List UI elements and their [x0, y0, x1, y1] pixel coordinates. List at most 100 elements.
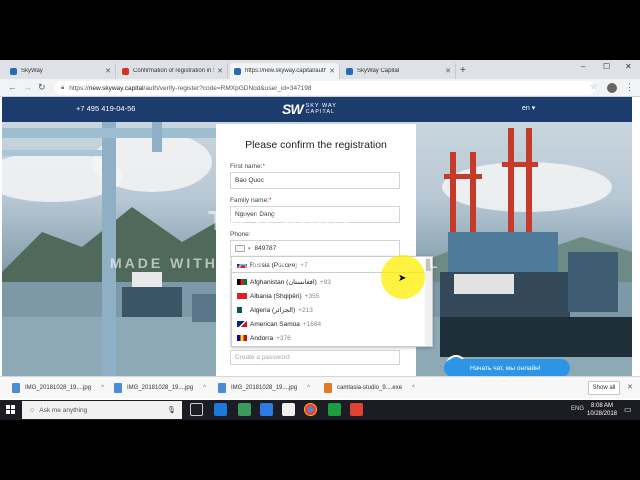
american-samoa-flag-icon: [237, 321, 247, 327]
close-tab-icon[interactable]: ✕: [329, 67, 335, 75]
close-download-bar-icon[interactable]: ✕: [627, 383, 633, 391]
screen: SkyWay ✕ Confirmation of registration in…: [0, 60, 640, 420]
download-item[interactable]: camtasia-studio_9....exe ^: [324, 381, 415, 395]
mail-icon[interactable]: [282, 403, 295, 416]
task-view-icon[interactable]: [190, 403, 203, 416]
microphone-icon[interactable]: 🎙︎: [167, 406, 176, 414]
close-tab-icon[interactable]: ✕: [445, 67, 451, 75]
download-item[interactable]: IMG_20181028_19....jpg ^: [218, 381, 310, 395]
system-clock[interactable]: 8:08 AM 10/28/2018: [584, 402, 620, 418]
url-scheme: https://: [69, 84, 89, 92]
close-tab-icon[interactable]: ✕: [217, 67, 223, 75]
windows-taskbar: ○ Ask me anything 🎙︎ ENG 8:08 AM 10/28/2…: [0, 400, 640, 420]
country-option-american-samoa[interactable]: American Samoa +1684: [232, 317, 424, 331]
windows-start-icon[interactable]: [6, 405, 16, 415]
chevron-up-icon[interactable]: ^: [307, 385, 310, 391]
tab-skyway[interactable]: SkyWay ✕: [6, 63, 116, 79]
language-selector[interactable]: en ▾: [522, 104, 535, 112]
skyway-logo[interactable]: SW SKY WAY CAPITAL: [282, 101, 337, 117]
reload-icon[interactable]: ↻: [38, 82, 46, 93]
tab-title: SkyWay: [21, 68, 43, 74]
extension-icon[interactable]: [607, 83, 617, 93]
address-bar[interactable]: 🔒︎ https:// new.skyway.capital /auth/ver…: [55, 81, 595, 95]
logo-mark: SW: [282, 101, 304, 117]
logo-text: SKY WAY CAPITAL: [306, 103, 337, 115]
country-name: Albania (Shqipëri): [250, 292, 302, 300]
search-placeholder: Ask me anything: [39, 406, 88, 414]
url-host: new.skyway.capital: [88, 84, 144, 92]
cortana-search-box[interactable]: ○ Ask me anything 🎙︎: [22, 401, 182, 419]
image-file-icon: [114, 383, 122, 393]
minimize-button[interactable]: –: [581, 62, 585, 71]
site-header: +7 495 419-04-56 SW SKY WAY CAPITAL en ▾: [2, 97, 632, 122]
country-name: Afghanistan (افغانستان): [250, 279, 317, 286]
first-name-label: First name:*: [230, 163, 265, 170]
download-filename: camtasia-studio_9....exe: [337, 385, 403, 391]
photos-app-icon[interactable]: [238, 403, 251, 416]
registration-confirm-modal: Please confirm the registration First na…: [216, 124, 433, 384]
clock-time: 8:08 AM: [590, 403, 613, 409]
first-name-input[interactable]: Bao Quoc: [230, 172, 400, 189]
forward-arrow-icon[interactable]: →: [23, 82, 32, 92]
country-code: +93: [319, 278, 331, 286]
download-bar: IMG_20181028_19....jpg ^ IMG_20181028_19…: [0, 376, 640, 398]
clock-date: 10/28/2018: [586, 411, 618, 417]
skyway-favicon-icon: [346, 67, 353, 75]
close-tab-icon[interactable]: ✕: [105, 67, 111, 75]
chevron-up-icon[interactable]: ^: [412, 385, 415, 391]
download-filename: IMG_20181028_19....jpg: [231, 385, 298, 391]
algeria-flag-icon: [237, 307, 247, 313]
modal-title: Please confirm the registration: [245, 139, 387, 151]
url-path: /auth/verify-register?code=RMXpGDNod&use…: [143, 84, 312, 92]
chrome-icon[interactable]: [304, 403, 317, 416]
country-code: +1684: [302, 320, 322, 328]
show-all-downloads-button[interactable]: Show all: [588, 381, 620, 395]
download-filename: IMG_20181028_19....jpg: [25, 385, 92, 391]
chevron-up-icon[interactable]: ^: [203, 385, 206, 391]
andorra-flag-icon: [237, 335, 247, 341]
camtasia-editor-icon[interactable]: [350, 403, 363, 416]
country-name: American Samoa: [250, 320, 300, 328]
tab-skyway-capital[interactable]: SkyWay Capital ✕: [342, 63, 456, 79]
chevron-down-icon[interactable]: ▾: [248, 246, 251, 252]
chevron-up-icon[interactable]: ^: [101, 385, 104, 391]
download-filename: IMG_20181028_19....jpg: [127, 385, 194, 391]
lock-icon: 🔒︎: [61, 84, 65, 91]
bookmark-star-icon[interactable]: ☆: [590, 82, 597, 91]
download-item[interactable]: IMG_20181028_19....jpg ^: [12, 381, 104, 395]
logo-line2: CAPITAL: [305, 109, 336, 115]
first-name-label-text: First name:: [230, 163, 263, 170]
new-tab-button[interactable]: +: [460, 65, 466, 76]
country-flag-icon[interactable]: [235, 245, 245, 252]
gmail-favicon-icon: [122, 67, 129, 75]
albania-flag-icon: [237, 293, 247, 299]
country-code: +376: [276, 334, 291, 342]
search-icon: ○: [30, 406, 35, 414]
tab-confirmation[interactable]: Confirmation of registration in SkyWay ✕: [118, 63, 228, 79]
required-mark: *: [269, 197, 272, 204]
close-window-button[interactable]: ✕: [625, 62, 632, 71]
input-language[interactable]: ENG: [571, 406, 584, 412]
edge-browser-icon[interactable]: [214, 403, 227, 416]
notification-center-icon[interactable]: ▭: [624, 405, 632, 414]
password-input[interactable]: Create a password: [230, 350, 400, 365]
required-mark: *: [262, 163, 266, 170]
back-arrow-icon[interactable]: ←: [8, 82, 17, 92]
tab-title: https://new.skyway.capital/auth: [245, 68, 327, 74]
country-name: Algeria (الجزائر): [250, 307, 296, 314]
crane-structure: [2, 122, 222, 376]
camtasia-recorder-icon[interactable]: [328, 403, 341, 416]
tab-auth-active[interactable]: https://new.skyway.capital/auth ✕: [230, 63, 340, 79]
store-icon[interactable]: [260, 403, 273, 416]
tab-strip: SkyWay ✕ Confirmation of registration in…: [0, 60, 640, 79]
download-item[interactable]: IMG_20181028_19....jpg ^: [114, 381, 206, 395]
site-phone[interactable]: +7 495 419-04-56: [76, 104, 135, 113]
afghanistan-flag-icon: [237, 279, 247, 285]
browser-menu-icon[interactable]: ⋮: [625, 82, 634, 93]
techsmith-watermark: TechSmith: [208, 205, 350, 236]
country-option-andorra[interactable]: Andorra +376: [232, 331, 424, 345]
maximize-button[interactable]: ☐: [603, 62, 610, 71]
country-code: +213: [298, 306, 313, 314]
chat-button[interactable]: Начать чат, мы онлайн!: [444, 359, 570, 377]
country-option-algeria[interactable]: Algeria (الجزائر) +213: [232, 303, 424, 317]
